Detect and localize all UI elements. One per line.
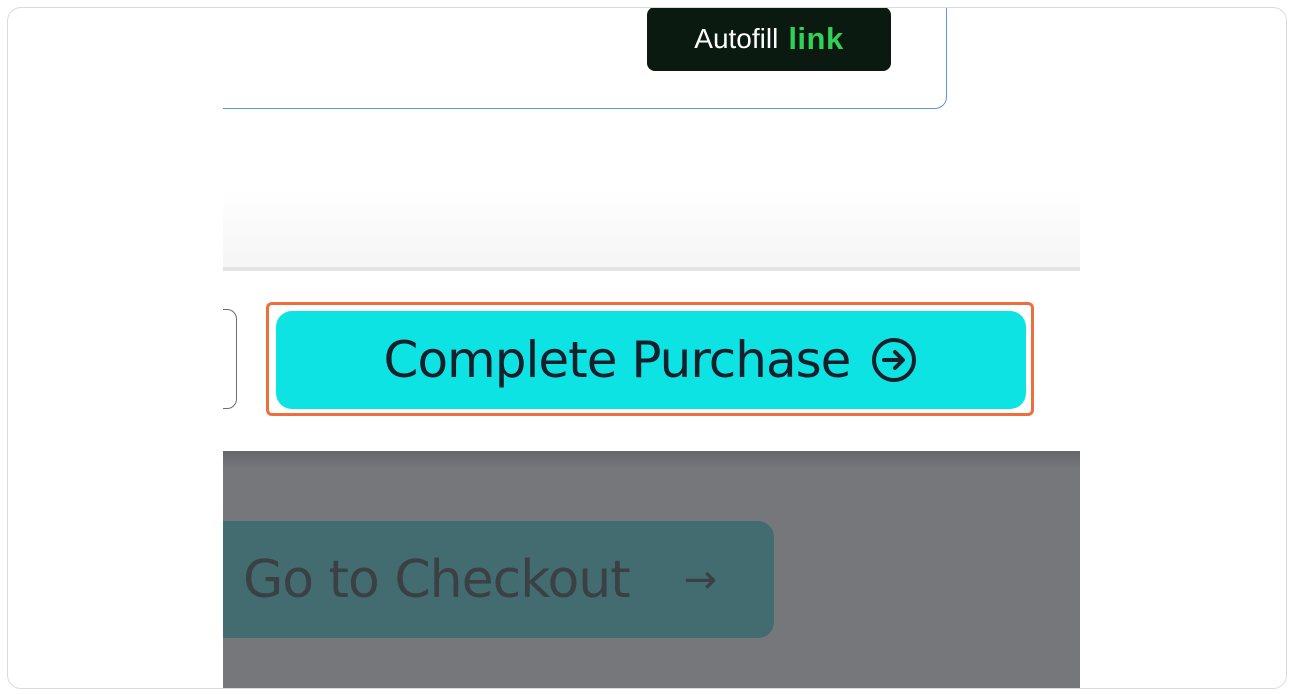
- checkout-panel: Autofill link Complete Purchase Go to Ch…: [223, 8, 1080, 688]
- arrow-right-icon: →: [683, 556, 718, 603]
- complete-purchase-label: Complete Purchase: [383, 331, 852, 389]
- complete-purchase-button[interactable]: Complete Purchase: [276, 311, 1026, 409]
- email-field[interactable]: Autofill link: [223, 8, 947, 109]
- autofill-link-button[interactable]: Autofill link: [647, 8, 891, 71]
- go-to-checkout-label: Go to Checkout: [243, 549, 631, 610]
- back-button[interactable]: [223, 309, 237, 409]
- overlay-shadow: [223, 451, 1080, 469]
- divider: [223, 267, 1080, 271]
- circle-arrow-right-icon: [872, 338, 917, 382]
- dimmed-overlay: Go to Checkout →: [223, 451, 1080, 688]
- link-logo: link: [788, 21, 844, 56]
- screenshot-frame: Autofill link Complete Purchase Go to Ch…: [7, 7, 1287, 689]
- go-to-checkout-button[interactable]: Go to Checkout →: [223, 521, 774, 638]
- section-fade: [223, 188, 1080, 268]
- autofill-label: Autofill: [694, 23, 779, 54]
